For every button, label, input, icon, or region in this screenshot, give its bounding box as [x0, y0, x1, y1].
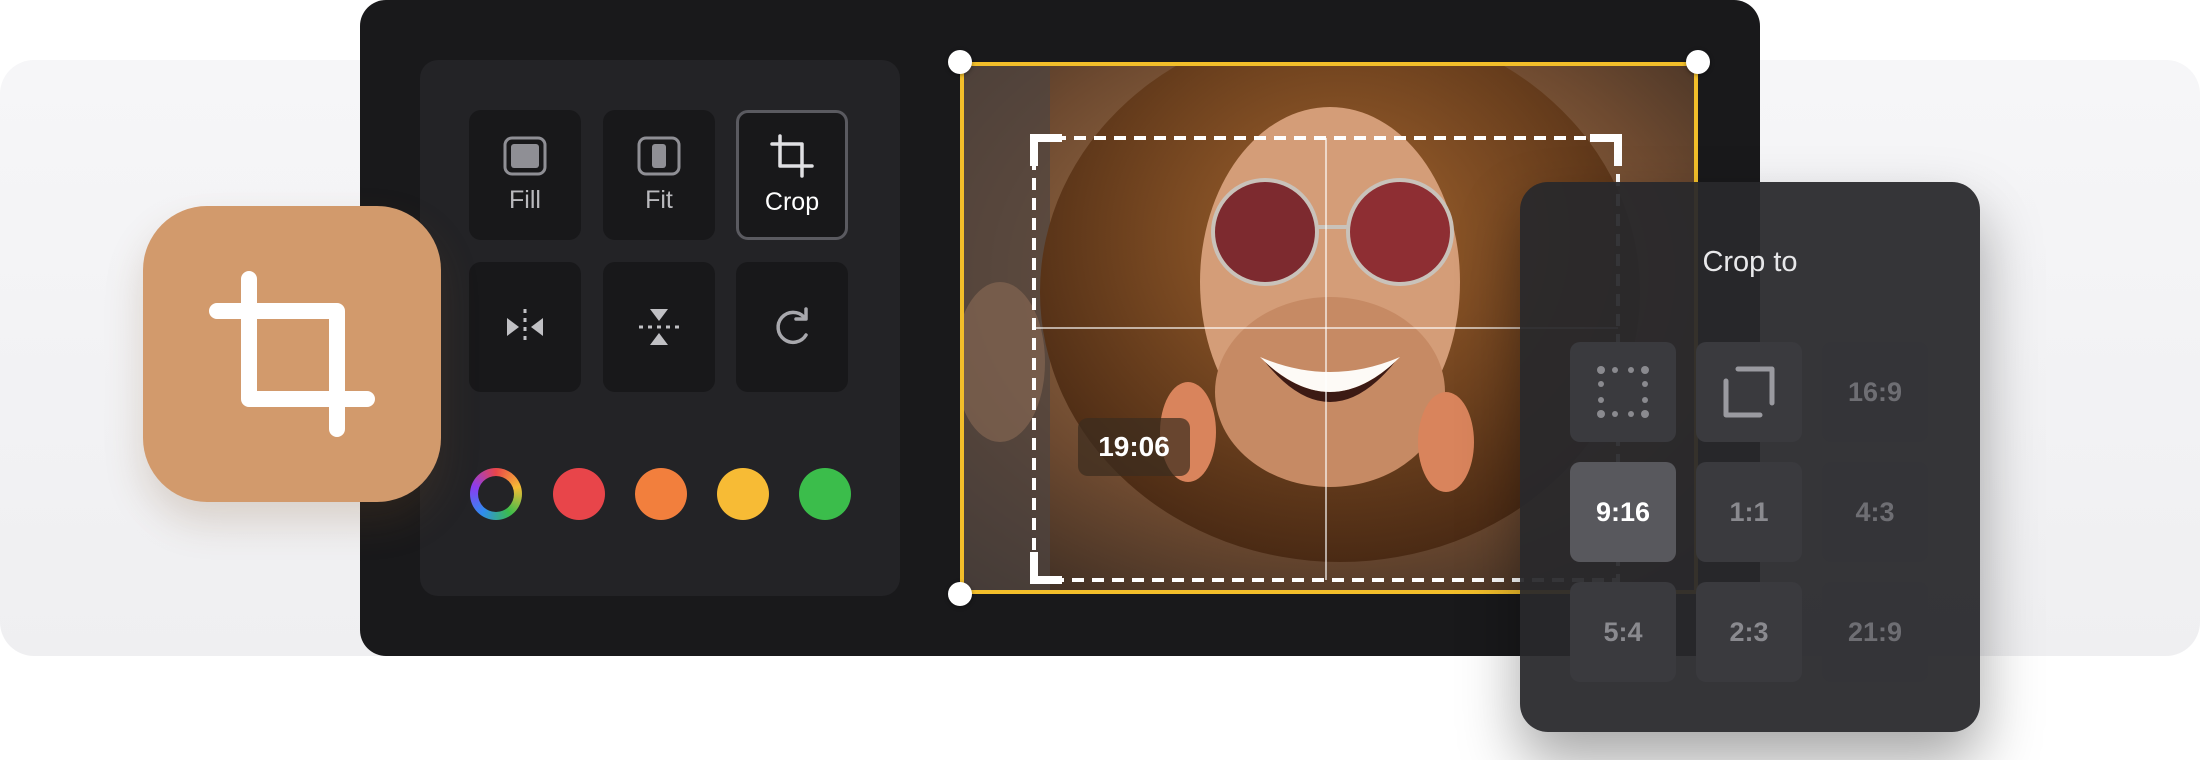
time-badge: 19:06 [1078, 418, 1190, 476]
crop-option-21-9[interactable]: 21:9 [1822, 582, 1928, 682]
flip-horizontal-icon [507, 309, 543, 345]
crop-icon [209, 271, 375, 437]
color-swatch-green[interactable] [799, 468, 851, 520]
crop-handle-bottom-left[interactable] [948, 582, 972, 606]
color-swatch-orange[interactable] [635, 468, 687, 520]
color-picker-swatch[interactable] [470, 468, 522, 520]
rotate-icon [776, 307, 808, 345]
crop-handle-top-right[interactable] [1686, 50, 1710, 74]
color-swatch-yellow[interactable] [717, 468, 769, 520]
fill-label: Fill [509, 185, 541, 214]
crop-handle-top-left[interactable] [948, 50, 972, 74]
fit-label: Fit [645, 185, 673, 214]
freeform-icon [1597, 366, 1649, 418]
crop-option-custom[interactable] [1696, 342, 1802, 442]
crop-to-panel: Crop to 16:9 9:16 1:1 4:3 5:4 2:3 21:9 [1520, 182, 1980, 732]
crop-option-4-3[interactable]: 4:3 [1822, 462, 1928, 562]
fill-button[interactable]: Fill [469, 110, 581, 240]
crop-button[interactable]: Crop [736, 110, 848, 240]
flip-horizontal-button[interactable] [469, 262, 581, 392]
rotate-button[interactable] [736, 262, 848, 392]
fit-button[interactable]: Fit [603, 110, 715, 240]
flip-vertical-icon [639, 309, 679, 345]
crop-option-9-16[interactable]: 9:16 [1570, 462, 1676, 562]
crop-option-16-9[interactable]: 16:9 [1822, 342, 1928, 442]
crop-icon [770, 133, 814, 178]
custom-crop-icon [1723, 366, 1775, 418]
crop-option-2-3[interactable]: 2:3 [1696, 582, 1802, 682]
fit-icon [637, 136, 681, 175]
crop-option-1-1[interactable]: 1:1 [1696, 462, 1802, 562]
crop-option-freeform[interactable] [1570, 342, 1676, 442]
crop-app-icon [143, 206, 441, 502]
crop-panel-title: Crop to [1702, 246, 1798, 278]
crop-option-5-4[interactable]: 5:4 [1570, 582, 1676, 682]
fill-icon [503, 136, 547, 175]
flip-vertical-button[interactable] [603, 262, 715, 392]
color-swatch-red[interactable] [553, 468, 605, 520]
crop-label: Crop [764, 187, 820, 216]
